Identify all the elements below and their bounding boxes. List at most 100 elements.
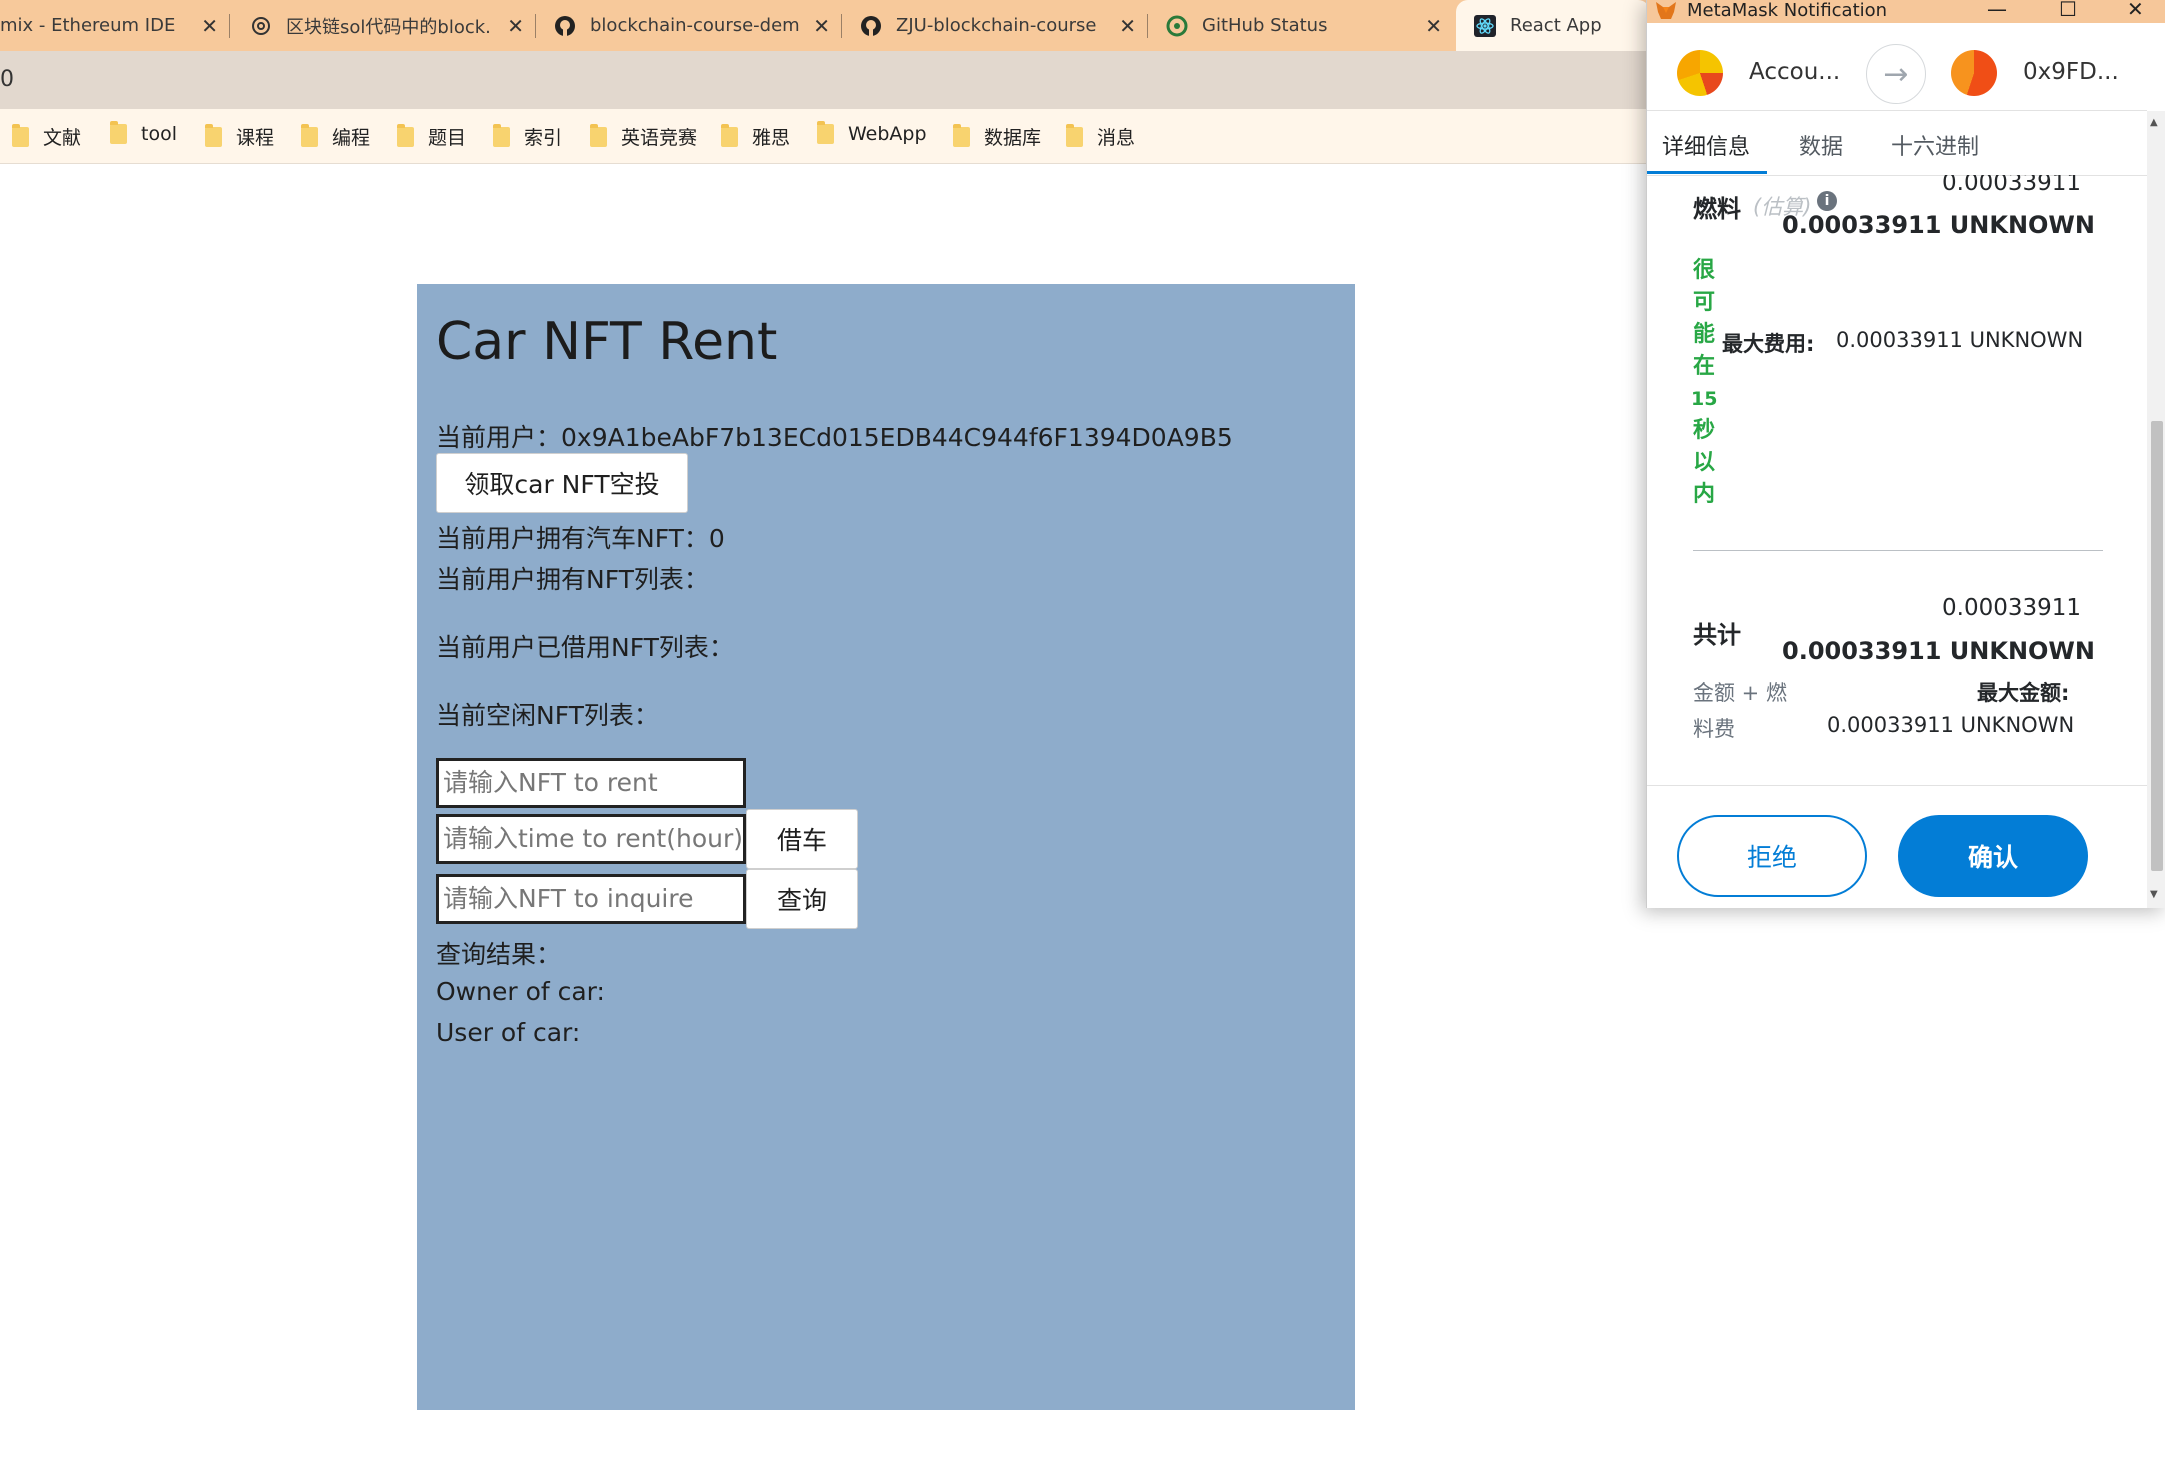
owned-count-line: 当前用户拥有汽车NFT：0 (436, 519, 725, 555)
nft-to-rent-input[interactable]: 请输入NFT to rent (436, 758, 746, 808)
folder-icon (12, 123, 29, 147)
user-label: User of car: (436, 1018, 581, 1047)
likely-char: 在 (1692, 354, 1715, 379)
tab-details[interactable]: 详细信息 (1662, 129, 1750, 161)
github-icon (861, 15, 881, 36)
tab-title: mix - Ethereum IDE (0, 15, 176, 36)
bookmark-folder[interactable]: 索引 (493, 123, 562, 150)
max-amount-label: 最大金额: (1977, 681, 2070, 705)
tab-title: GitHub Status (1202, 15, 1328, 36)
scrollbar-thumb[interactable] (2151, 421, 2163, 871)
folder-icon (1066, 123, 1083, 147)
bookmark-folder[interactable]: 英语竞赛 (590, 123, 697, 150)
github-icon (555, 15, 575, 36)
tab-title: 区块链sol代码中的block. (286, 16, 491, 38)
folder-icon (493, 123, 510, 147)
close-icon[interactable]: ✕ (813, 14, 830, 38)
bookmark-label: 雅思 (752, 127, 791, 149)
info-icon[interactable]: i (1817, 191, 1837, 211)
folder-icon (721, 123, 738, 147)
account-header: Accou... → 0x9FD... (1647, 23, 2147, 111)
scroll-up-icon[interactable]: ▲ (2150, 117, 2158, 128)
bookmark-folder[interactable]: 题目 (397, 123, 466, 150)
folder-icon (205, 123, 222, 147)
tab-chatgpt[interactable]: 区块链sol代码中的block. ✕ (230, 0, 536, 51)
bookmark-folder[interactable]: 课程 (205, 123, 274, 150)
tab-hex[interactable]: 十六进制 (1891, 129, 1979, 161)
folder-icon (953, 123, 970, 147)
maximize-icon[interactable]: ☐ (2059, 0, 2077, 21)
total-value-unknown: 0.00033911 UNKNOWN (1782, 637, 2095, 665)
from-account-name[interactable]: Accou... (1749, 59, 1840, 85)
likely-char: 15 (1691, 388, 1718, 410)
folder-icon (301, 123, 318, 147)
close-icon[interactable]: ✕ (1425, 14, 1442, 38)
nft-to-inquire-input[interactable]: 请输入NFT to inquire (436, 874, 746, 924)
likely-in-15-seconds: 很 可 能 在 15 秒 以 内 (1691, 255, 1717, 511)
likely-char: 可 (1692, 290, 1715, 315)
tab-github-status[interactable]: GitHub Status ✕ (1148, 0, 1454, 51)
current-user-label: 当前用户： (436, 423, 562, 452)
borrowed-list-label: 当前用户已借用NFT列表： (436, 633, 734, 662)
minimize-icon[interactable]: — (1987, 0, 2007, 21)
bookmark-folder[interactable]: 雅思 (721, 123, 790, 150)
metamask-titlebar: MetaMask Notification — ☐ ✕ (1647, 0, 2165, 23)
owned-count-label: 当前用户拥有汽车NFT： (436, 524, 709, 553)
scroll-down-icon[interactable]: ▼ (2150, 889, 2158, 900)
close-icon[interactable]: ✕ (2127, 0, 2144, 21)
transaction-details: 0.00033911 燃料 (估算) i 0.00033911 UNKNOWN … (1647, 175, 2147, 785)
bookmark-label: 课程 (236, 127, 275, 149)
tab-data[interactable]: 数据 (1799, 129, 1843, 161)
current-user-line: 当前用户：0x9A1beAbF7b13ECd015EDB44C944f6F139… (436, 418, 1233, 454)
gas-value-unknown: 0.00033911 UNKNOWN (1782, 211, 2095, 239)
total-label: 共计 (1693, 621, 1741, 649)
bookmark-folder[interactable]: 编程 (301, 123, 370, 150)
tab-react-app[interactable]: React App (1456, 0, 1650, 51)
bookmark-folder[interactable]: 文献 (12, 123, 81, 150)
bookmark-label: 索引 (524, 127, 563, 149)
max-fee-value: 0.00033911 UNKNOWN (1836, 328, 2084, 352)
metamask-popup: MetaMask Notification — ☐ ✕ Accou... → 0… (1646, 0, 2165, 908)
react-icon (1474, 14, 1496, 37)
bookmark-folder[interactable]: 数据库 (953, 123, 1041, 150)
confirm-button[interactable]: 确认 (1898, 815, 2088, 897)
tab-remix[interactable]: mix - Ethereum IDE ✕ (0, 0, 230, 51)
bookmark-folder[interactable]: WebApp (817, 121, 927, 145)
airdrop-button[interactable]: 领取car NFT空投 (436, 453, 688, 513)
owned-count-value: 0 (708, 524, 725, 553)
likely-char: 能 (1692, 322, 1715, 347)
idle-list-label: 当前空闲NFT列表： (436, 701, 659, 730)
current-user-address: 0x9A1beAbF7b13ECd015EDB44C944f6F1394D0A9… (561, 423, 1233, 452)
close-icon[interactable]: ✕ (1119, 14, 1136, 38)
tab-github-zju[interactable]: ZJU-blockchain-course ✕ (842, 0, 1148, 51)
scrollbar[interactable]: ▲ ▼ (2147, 111, 2165, 908)
bookmark-folder[interactable]: 消息 (1066, 123, 1135, 150)
bookmark-label: tool (141, 123, 177, 145)
total-value: 0.00033911 (1942, 595, 2082, 621)
bookmark-label: 编程 (332, 127, 371, 149)
to-account-avatar (1951, 50, 1997, 96)
bookmark-folder[interactable]: tool (110, 121, 177, 145)
reject-button[interactable]: 拒绝 (1677, 815, 1867, 897)
folder-icon (817, 121, 834, 144)
tab-title: React App (1510, 15, 1602, 36)
address-bar[interactable]: 0 (0, 67, 14, 92)
bookmark-label: 题目 (428, 127, 467, 149)
divider (1693, 550, 2103, 551)
likely-char: 以 (1692, 450, 1715, 475)
metamask-tabs: 详细信息 数据 十六进制 (1647, 111, 2147, 176)
close-icon[interactable]: ✕ (507, 14, 524, 38)
folder-icon (110, 121, 127, 144)
max-fee-label: 最大费用: (1722, 332, 1815, 356)
likely-char: 秒 (1692, 418, 1715, 443)
rent-button[interactable]: 借车 (746, 809, 858, 869)
inquire-button[interactable]: 查询 (746, 869, 858, 929)
time-to-rent-input[interactable]: 请输入time to rent(hour) (436, 814, 746, 864)
close-icon[interactable]: ✕ (201, 14, 218, 38)
to-account-address[interactable]: 0x9FD... (2023, 59, 2119, 85)
metamask-fox-icon (1656, 2, 1676, 19)
tab-github-demo[interactable]: blockchain-course-dem ✕ (536, 0, 842, 51)
bookmark-label: 消息 (1097, 127, 1136, 149)
footer-divider (1647, 785, 2147, 786)
active-tab-indicator (1647, 171, 1767, 174)
